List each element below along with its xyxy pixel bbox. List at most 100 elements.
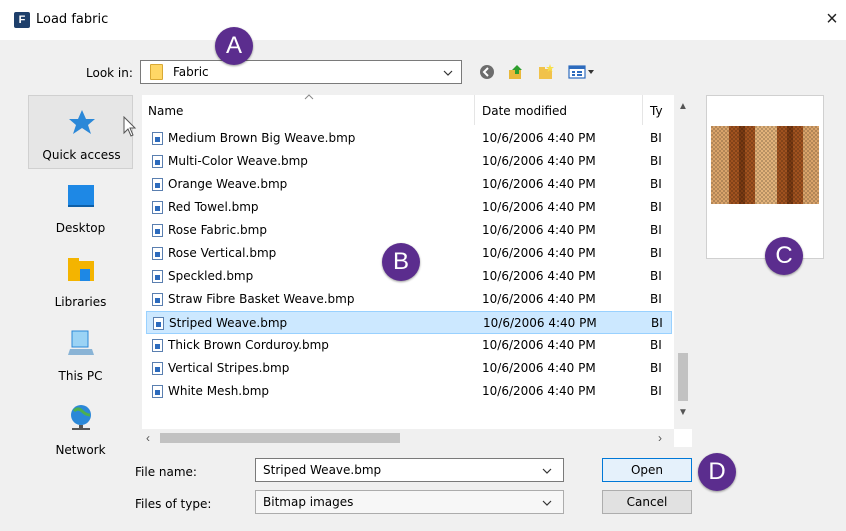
file-date: 10/6/2006 4:40 PM [482,384,596,398]
bitmap-file-icon [153,317,164,330]
files-of-type-label: Files of type: [135,497,212,511]
file-date: 10/6/2006 4:40 PM [482,292,596,306]
file-row-selected[interactable]: Striped Weave.bmp 10/6/2006 4:40 PM BI [146,311,672,334]
load-fabric-dialog: F Load fabric × Look in: Fabric Quick ac… [0,0,846,531]
file-name: Red Towel.bmp [168,200,259,214]
bitmap-file-icon [152,224,163,237]
place-quick-access[interactable]: Quick access [28,95,133,169]
file-row[interactable]: Red Towel.bmp 10/6/2006 4:40 PM BI [146,196,672,219]
place-desktop[interactable]: Desktop [28,169,133,243]
file-name: Vertical Stripes.bmp [168,361,290,375]
file-date: 10/6/2006 4:40 PM [482,200,596,214]
column-header-type[interactable]: Ty [650,104,663,118]
star-icon [69,110,95,134]
column-header-row: Name Date modified Ty [142,94,692,125]
file-name: Rose Vertical.bmp [168,246,277,260]
sort-ascending-icon [304,94,314,100]
back-icon[interactable] [480,65,494,79]
look-in-label: Look in: [86,66,133,80]
file-row[interactable]: Medium Brown Big Weave.bmp 10/6/2006 4:4… [146,127,672,150]
bitmap-file-icon [152,201,163,214]
file-date: 10/6/2006 4:40 PM [482,361,596,375]
bitmap-file-icon [152,155,163,168]
column-divider[interactable] [642,95,643,125]
look-in-value: Fabric [173,65,209,79]
desktop-icon [68,185,94,207]
chevron-down-icon [443,70,453,76]
file-date: 10/6/2006 4:40 PM [482,131,596,145]
file-type: BI [650,154,662,168]
bitmap-file-icon [152,247,163,260]
up-folder-icon[interactable] [508,64,524,80]
app-icon: F [14,12,30,28]
file-name: Orange Weave.bmp [168,177,288,191]
file-date: 10/6/2006 4:40 PM [482,177,596,191]
view-menu-icon[interactable] [568,64,596,80]
file-name-label: File name: [135,465,197,479]
scroll-right-icon[interactable]: › [658,431,662,445]
file-type: BI [650,131,662,145]
callout-badge-d: D [698,453,736,491]
bitmap-file-icon [152,385,163,398]
scroll-left-icon[interactable]: ‹ [146,431,150,445]
callout-badge-a: A [215,27,253,65]
close-button[interactable]: × [820,8,844,32]
horizontal-scrollbar[interactable]: ‹ › [142,429,674,447]
file-row[interactable]: Orange Weave.bmp 10/6/2006 4:40 PM BI [146,173,672,196]
horizontal-scroll-thumb[interactable] [160,433,400,443]
file-type: BI [650,223,662,237]
bitmap-file-icon [152,339,163,352]
chevron-down-icon [542,500,552,506]
fabric-preview-image [711,126,819,204]
network-icon [71,405,91,430]
scroll-down-icon[interactable]: ▼ [678,407,688,418]
file-row[interactable]: White Mesh.bmp 10/6/2006 4:40 PM BI [146,380,672,403]
chevron-down-icon[interactable] [542,466,552,476]
file-row[interactable]: Straw Fibre Basket Weave.bmp 10/6/2006 4… [146,288,672,311]
places-bar: Quick access Desktop Libraries This PC N… [28,95,133,523]
computer-icon [68,330,94,355]
column-divider[interactable] [474,95,475,125]
file-date: 10/6/2006 4:40 PM [482,154,596,168]
callout-badge-c: C [765,237,803,275]
file-row[interactable]: Rose Fabric.bmp 10/6/2006 4:40 PM BI [146,219,672,242]
vertical-scroll-thumb[interactable] [678,353,688,401]
bitmap-file-icon [152,362,163,375]
file-row[interactable]: Vertical Stripes.bmp 10/6/2006 4:40 PM B… [146,357,672,380]
file-name: Straw Fibre Basket Weave.bmp [168,292,355,306]
file-type: BI [650,292,662,306]
callout-badge-b: B [382,243,420,281]
file-name: Rose Fabric.bmp [168,223,267,237]
scroll-up-icon[interactable]: ▲ [678,101,688,112]
file-date: 10/6/2006 4:40 PM [482,223,596,237]
libraries-icon [68,258,94,281]
place-network[interactable]: Network [28,391,133,465]
mouse-cursor-icon [123,116,137,137]
file-name: Medium Brown Big Weave.bmp [168,131,356,145]
place-this-pc[interactable]: This PC [28,317,133,391]
cancel-button[interactable]: Cancel [602,490,692,514]
file-name: Multi-Color Weave.bmp [168,154,308,168]
vertical-scrollbar[interactable]: ▲ ▼ [674,95,692,429]
file-name-field[interactable]: Striped Weave.bmp [255,458,564,482]
file-date: 10/6/2006 4:40 PM [482,269,596,283]
place-label: Quick access [42,148,121,162]
file-date: 10/6/2006 4:40 PM [482,246,596,260]
files-of-type-value: Bitmap images [263,495,354,509]
preview-pane [706,95,824,259]
open-button[interactable]: Open [602,458,692,482]
look-in-dropdown[interactable]: Fabric [140,60,462,84]
new-folder-icon[interactable] [538,64,554,80]
files-of-type-dropdown[interactable]: Bitmap images [255,490,564,514]
bitmap-file-icon [152,293,163,306]
column-header-name[interactable]: Name [148,104,183,118]
file-type: BI [650,177,662,191]
file-row[interactable]: Thick Brown Corduroy.bmp 10/6/2006 4:40 … [146,334,672,357]
bitmap-file-icon [152,178,163,191]
folder-icon [150,64,163,80]
place-label: This PC [58,369,103,383]
place-libraries[interactable]: Libraries [28,243,133,317]
column-header-date[interactable]: Date modified [482,104,567,118]
file-date: 10/6/2006 4:40 PM [483,316,597,330]
file-row[interactable]: Multi-Color Weave.bmp 10/6/2006 4:40 PM … [146,150,672,173]
